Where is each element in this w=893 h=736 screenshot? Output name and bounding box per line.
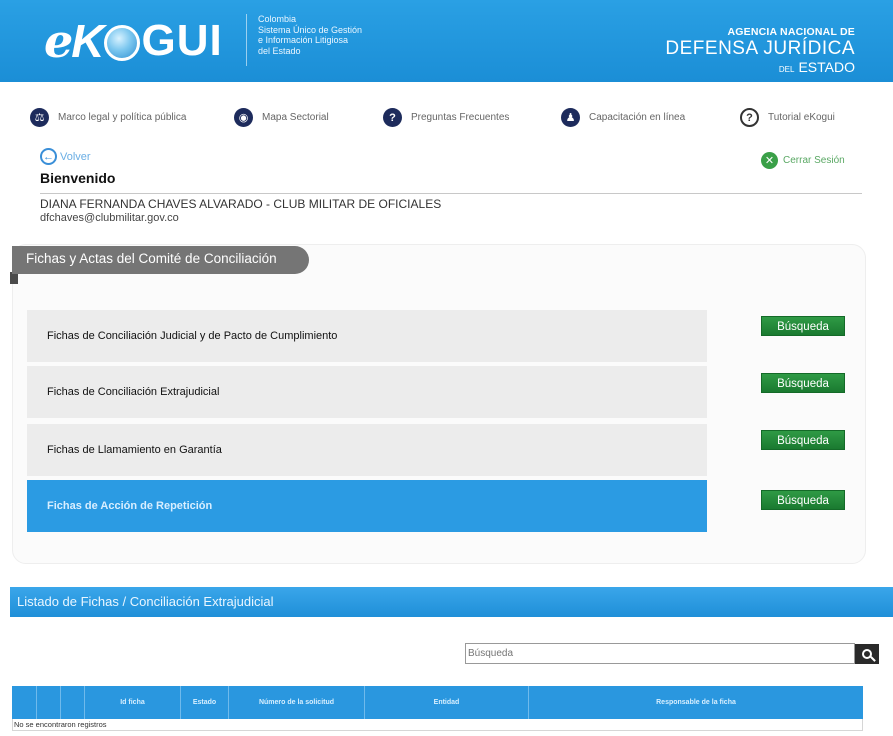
header-tagline: Colombia Sistema Único de Gestión e Info… [258,14,398,56]
link-label: Marco legal y política pública [58,112,187,123]
logout-label: Cerrar Sesión [783,155,845,166]
table-header-cell[interactable] [60,686,84,719]
scale-icon: ⚖ [30,108,49,127]
globe-icon: ◉ [234,108,253,127]
ficha-row-label: Fichas de Conciliación Judicial y de Pac… [47,330,338,342]
table-header-cell[interactable] [36,686,60,719]
link-label: Preguntas Frecuentes [411,112,510,123]
header-divider [246,14,247,66]
divider [40,193,862,194]
search-button[interactable] [855,644,879,664]
link-capacitacion[interactable]: ♟ Capacitación en línea [561,108,685,127]
tagline-line: Sistema Único de Gestión [258,24,363,35]
user-name: DIANA FERNANDA CHAVES ALVARADO - CLUB MI… [40,197,442,211]
ekogui-logo[interactable]: e K GUI [44,12,223,70]
ficha-row-label: Fichas de Llamamiento en Garantía [47,444,222,456]
busqueda-button-conciliacion-extrajudicial[interactable]: Búsqueda [761,373,845,393]
ficha-row-conciliacion-judicial[interactable]: Fichas de Conciliación Judicial y de Pac… [27,310,707,362]
person-icon: ♟ [561,108,580,127]
help-icon: ? [740,108,759,127]
link-tutorial[interactable]: ? Tutorial eKogui [740,108,835,127]
link-mapa-sectorial[interactable]: ◉ Mapa Sectorial [234,108,329,127]
ficha-row-llamamiento-garantia[interactable]: Fichas de Llamamiento en Garantía [27,424,707,476]
table-header-cell[interactable]: Id ficha [84,686,180,719]
table-header: Id ficha Estado Número de la solicitud E… [12,686,863,719]
busqueda-button-llamamiento-garantia[interactable]: Búsqueda [761,430,845,450]
busqueda-button-conciliacion-judicial[interactable]: Búsqueda [761,316,845,336]
empty-table-message: No se encontraron registros [12,719,863,731]
agency-main-text: DEFENSA JURÍDICA [665,38,855,59]
app-header: e K GUI Colombia Sistema Único de Gestió… [0,0,893,82]
user-email: dfchaves@clubmilitar.gov.co [40,212,179,224]
tagline-line: Colombia [258,14,297,24]
tagline-line: del Estado [258,45,301,56]
link-preguntas-frecuentes[interactable]: ? Preguntas Frecuentes [383,108,509,127]
listado-title: Listado de Fichas / Conciliación Extraju… [17,594,274,609]
welcome-title: Bienvenido [40,170,116,186]
link-label: Capacitación en línea [589,112,686,123]
link-marco-legal[interactable]: ⚖ Marco legal y política pública [30,108,186,127]
logout-link[interactable]: ✕ Cerrar Sesión [761,152,845,169]
top-links-bar: ⚖ Marco legal y política pública ◉ Mapa … [30,108,860,132]
logo-gui-text: GUI [141,16,223,65]
search-icon [862,649,872,659]
busqueda-button-accion-repeticion[interactable]: Búsqueda [761,490,845,510]
ficha-row-label: Fichas de Acción de Repetición [47,500,213,512]
table-header-cell[interactable] [12,686,36,719]
agency-logo[interactable]: AGENCIA NACIONAL DE DEFENSA JURÍDICA DEL… [665,26,855,77]
link-label: Mapa Sectorial [262,112,329,123]
table-header-cell[interactable]: Responsable de la ficha [528,686,863,719]
arrow-left-icon: ← [40,148,57,165]
agency-estado-text: ESTADO [798,59,855,75]
volver-label: Volver [60,150,91,163]
logo-k-text: K [71,15,104,67]
volver-link[interactable]: ← Volver [40,148,91,165]
table-header-cell[interactable]: Estado [180,686,228,719]
table-header-cell[interactable]: Entidad [364,686,528,719]
close-icon: ✕ [761,152,778,169]
agency-del-text: DEL [778,65,795,74]
link-label: Tutorial eKogui [768,112,835,123]
ficha-row-accion-repeticion[interactable]: Fichas de Acción de Repetición [27,480,707,532]
agency-top-text: AGENCIA NACIONAL DE [727,26,855,38]
table-header-cell[interactable]: Número de la solicitud [228,686,364,719]
logo-e-text: e [44,14,73,68]
panel-title: Fichas y Actas del Comité de Conciliació… [12,246,309,274]
globe-logo-icon [103,25,140,61]
question-icon: ? [383,108,402,127]
search-input[interactable] [465,643,855,664]
ficha-row-conciliacion-extrajudicial[interactable]: Fichas de Conciliación Extrajudicial [27,366,707,418]
tagline-line: e Información Litigiosa [258,35,349,45]
agency-sub-text: DEL ESTADO [665,60,855,77]
ficha-row-label: Fichas de Conciliación Extrajudicial [47,386,220,398]
